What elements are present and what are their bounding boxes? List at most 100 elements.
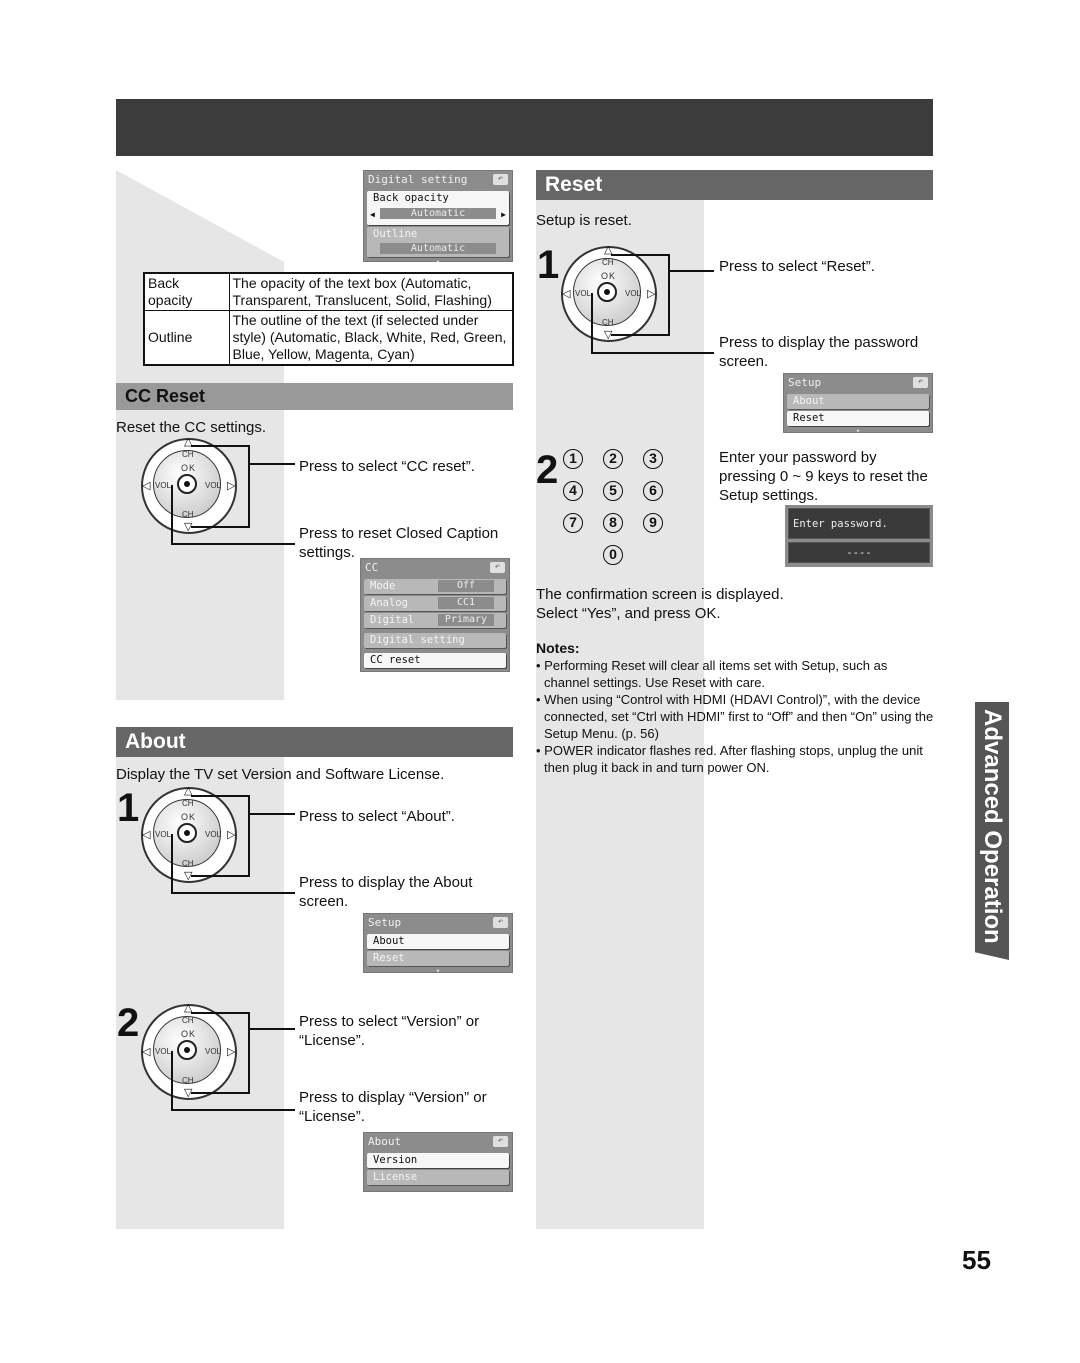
menu-item-analog[interactable]: Analog CC1 [364,596,506,611]
back-icon[interactable]: ↶ [493,917,508,928]
menu-item-value: Automatic [380,243,496,254]
side-tab: Advanced Operation [975,702,1009,960]
menu-item-label: Outline [373,228,418,240]
table-row: Back opacity The opacity of the text box… [143,272,514,311]
key-4[interactable]: 4 [563,481,583,501]
ok-button[interactable] [177,474,197,494]
step-ok-text: Press to display “Version” or “License”. [299,1089,487,1125]
menu-title: Setup [788,376,822,389]
vol-right-arrow-icon[interactable]: ▷ [227,479,235,492]
step-number: 1 [537,243,560,287]
menu-item-about[interactable]: About [787,394,929,409]
password-dialog: Enter password. ---- [785,505,933,567]
decorative-triangle [116,170,284,270]
key-6[interactable]: 6 [643,481,663,501]
left-arrow-icon[interactable]: ◀ [370,207,375,222]
menu-item-label: Reset [373,952,405,964]
side-tab-label: Advanced Operation [979,709,1006,944]
step-select-text: Press to select “Reset”. [719,258,875,275]
remote-dial: CH CH VOL VOL OK △ ▽ ◁ ▷ [141,436,241,538]
cc-menu: CC ↶ Mode Off Analog CC1 Digital Primary Dig… [360,558,510,672]
digital-setting-menu: Digital setting ↶ Back opacity ◀ Automati… [363,170,513,266]
back-icon[interactable]: ↶ [490,562,505,573]
about-menu: About ↶ Version License [363,1132,513,1192]
vol-left-label: VOL [155,481,172,490]
ok-button[interactable] [177,823,197,843]
setup-menu: Setup ↶ About Reset ▾ [363,913,513,975]
menu-item-digital[interactable]: Digital Primary [364,613,506,628]
back-icon[interactable]: ↶ [913,377,928,388]
ok-button[interactable] [597,282,617,302]
back-icon[interactable]: ↶ [493,174,508,185]
confirm-text: The confirmation screen is displayed. [536,586,784,603]
key-2[interactable]: 2 [603,449,623,469]
ch-up-label: CH [602,258,614,267]
menu-title: About [368,1135,402,1148]
key-1[interactable]: 1 [563,449,583,469]
table-cell-description: The outline of the text (if selected und… [228,310,514,366]
vol-right-arrow-icon[interactable]: ▷ [227,828,235,841]
key-8[interactable]: 8 [603,513,623,533]
step-select-text: Press to select “About”. [299,808,455,825]
note-text: Performing Reset will clear all items se… [544,658,888,690]
key-0[interactable]: 0 [603,545,623,565]
menu-item-back-opacity[interactable]: Back opacity ◀ Automatic ▶ [367,191,509,225]
section-title: Reset [545,173,603,196]
note-item: • Performing Reset will clear all items … [536,658,888,690]
password-instructions: Enter your password by pressing 0 ~ 9 ke… [719,449,928,504]
step-number: 2 [536,448,559,492]
menu-item-label: Digital setting [370,634,465,646]
menu-item-digital-setting[interactable]: Digital setting [364,633,506,648]
vol-left-arrow-icon[interactable]: ◁ [562,287,570,300]
menu-item-reset[interactable]: Reset [367,951,509,966]
ok-button[interactable] [177,1040,197,1060]
menu-item-label: About [793,395,825,407]
notes: Notes: • Performing Reset will clear all… [536,640,936,776]
section-header-reset: Reset [536,170,933,200]
step-select-text: Press to select “Version” or “License”. [299,1013,480,1049]
menu-item-label: Back opacity [373,192,449,204]
menu-item-version[interactable]: Version [367,1153,509,1168]
section-title: About [125,730,186,753]
number-keypad: 1 2 3 4 5 6 7 8 9 0 [560,447,680,567]
section-title: CC Reset [125,386,206,406]
menu-item-label: CC reset [370,654,421,666]
menu-item-about[interactable]: About [367,934,509,949]
step-ok-text: Press to display the password screen. [719,334,919,370]
right-arrow-icon[interactable]: ▶ [501,207,506,222]
key-5[interactable]: 5 [603,481,623,501]
ch-down-label: CH [182,510,194,519]
menu-item-mode[interactable]: Mode Off [364,579,506,594]
remote-dial: CH CH VOL VOL OK △ ▽ ◁ ▷ [141,1002,241,1104]
key-7[interactable]: 7 [563,513,583,533]
back-icon[interactable]: ↶ [493,1136,508,1147]
menu-item-license[interactable]: License [367,1170,509,1185]
header-band [116,99,933,156]
scroll-down-icon: ▾ [855,427,861,435]
password-input[interactable]: ---- [788,542,930,563]
notes-title: Notes: [536,640,580,656]
key-9[interactable]: 9 [643,513,663,533]
vol-left-arrow-icon[interactable]: ◁ [142,479,150,492]
password-prompt: Enter password. [788,508,930,539]
vol-left-label: VOL [155,830,172,839]
ch-down-label: CH [182,859,194,868]
vol-right-arrow-icon[interactable]: ▷ [227,1045,235,1058]
table-cell-name: Back opacity [143,272,230,311]
menu-item-label: Version [373,1154,418,1166]
ok-label: OK [181,812,197,822]
vol-left-arrow-icon[interactable]: ◁ [142,828,150,841]
menu-item-outline[interactable]: Outline Automatic [367,227,509,257]
vol-right-arrow-icon[interactable]: ▷ [647,287,655,300]
menu-item-reset[interactable]: Reset [787,411,929,426]
ch-up-label: CH [182,450,194,459]
key-3[interactable]: 3 [643,449,663,469]
note-text: POWER indicator flashes red. After flash… [544,743,923,775]
note-item: • POWER indicator flashes red. After fla… [536,743,923,775]
menu-item-cc-reset[interactable]: CC reset [364,653,506,668]
table-cell-description: The opacity of the text box (Automatic, … [228,272,514,311]
vol-left-label: VOL [155,1047,172,1056]
note-item: • When using “Control with HDMI (HDAVI C… [536,692,934,741]
vol-left-arrow-icon[interactable]: ◁ [142,1045,150,1058]
step-ok-text: Press to reset Closed Caption settings. [299,525,499,561]
